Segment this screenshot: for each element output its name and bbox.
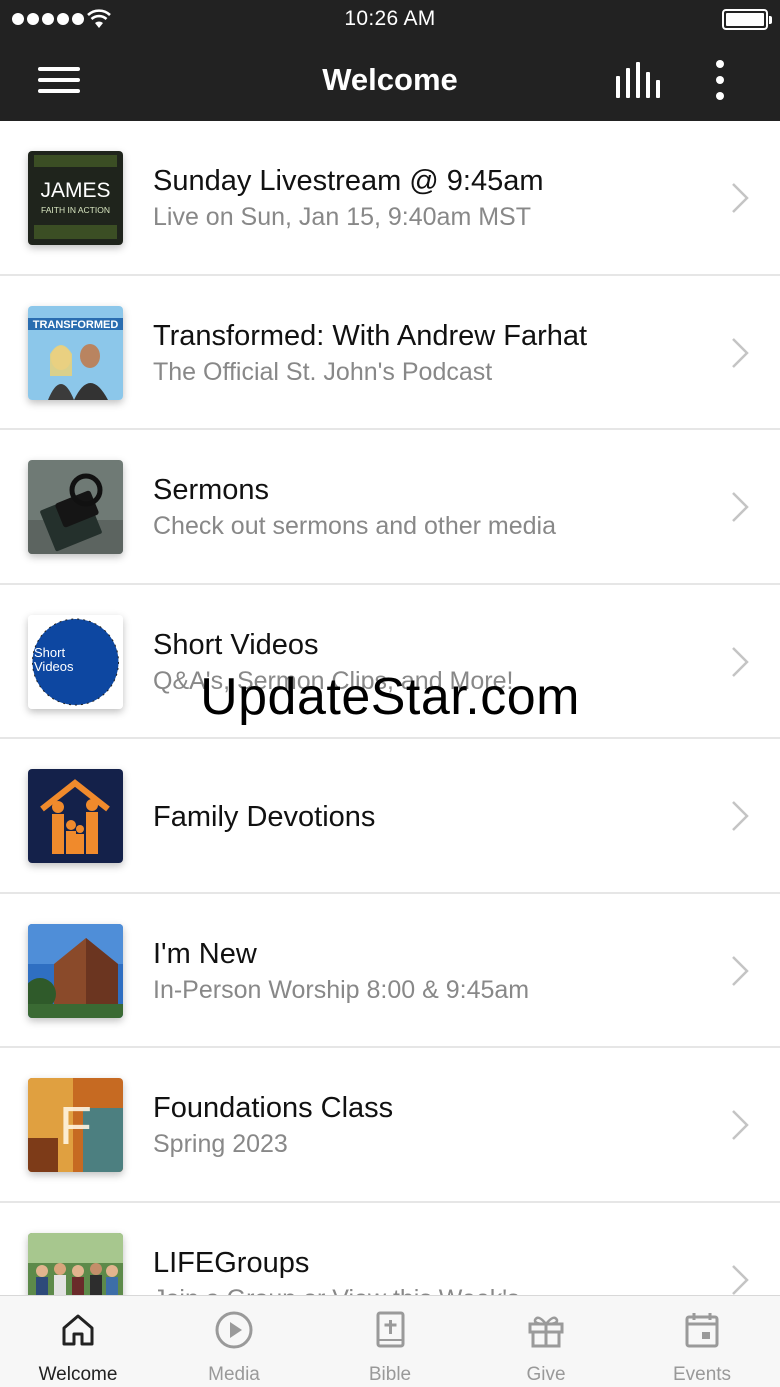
chevron-right-icon bbox=[732, 183, 749, 213]
chevron-right-icon bbox=[732, 337, 749, 368]
thumb-text: Short bbox=[34, 645, 65, 660]
item-subtitle: The Official St. John's Podcast bbox=[153, 357, 493, 386]
item-title: Short Videos bbox=[153, 628, 319, 661]
bible-icon bbox=[376, 1311, 405, 1348]
chevron-right-icon bbox=[732, 955, 749, 986]
calendar-icon bbox=[685, 1313, 719, 1348]
item-subtitle: Check out sermons and other media bbox=[153, 512, 556, 540]
chevron-right-icon bbox=[732, 492, 749, 522]
navigation-bar: Welcome bbox=[0, 40, 780, 121]
tab-label: Welcome bbox=[38, 1364, 118, 1385]
thumb-text: F bbox=[59, 1096, 92, 1156]
chevron-right-icon bbox=[732, 1264, 749, 1295]
play-circle-icon bbox=[215, 1311, 253, 1349]
item-subtitle: Q&A's, Sermon Clips, and More! bbox=[153, 666, 514, 695]
lifegroups-thumbnail bbox=[28, 1232, 123, 1295]
list-item-sermons[interactable]: Sermons Check out sermons and other medi… bbox=[0, 430, 780, 585]
item-title: Family Devotions bbox=[153, 801, 376, 833]
list-item-short-videos[interactable]: Short Videos Short Videos Q&A's, Sermon … bbox=[0, 585, 780, 739]
page-title: Welcome bbox=[322, 62, 458, 97]
item-title: LIFEGroups bbox=[153, 1246, 310, 1279]
tab-welcome[interactable]: Welcome bbox=[0, 1296, 156, 1387]
item-title: Sunday Livestream @ 9:45am bbox=[153, 165, 544, 197]
list-item-podcast[interactable]: TRANSFORMED Transformed: With Andrew Far… bbox=[0, 276, 780, 430]
tab-label: Media bbox=[208, 1364, 260, 1385]
menu-button[interactable] bbox=[38, 65, 80, 95]
home-icon bbox=[62, 1314, 94, 1346]
tab-bible[interactable]: Bible bbox=[312, 1296, 468, 1387]
item-title: Sermons bbox=[153, 474, 270, 506]
thumb-text: JAMES bbox=[40, 179, 110, 202]
tab-bar: Welcome Media Bible Give Events bbox=[0, 1295, 780, 1387]
battery-icon bbox=[722, 9, 772, 30]
status-time: 10:26 AM bbox=[344, 7, 436, 30]
item-subtitle: In-Person Worship 8:00 & 9:45am bbox=[153, 975, 530, 1004]
content-list: JAMES FAITH IN ACTION Sunday Livestream … bbox=[0, 121, 780, 1295]
tab-events[interactable]: Events bbox=[624, 1296, 780, 1387]
thumb-text: FAITH IN ACTION bbox=[41, 205, 110, 215]
tab-give[interactable]: Give bbox=[468, 1296, 624, 1387]
item-subtitle: Join a Group or View this Week's bbox=[153, 1285, 520, 1296]
item-subtitle: Spring 2023 bbox=[153, 1130, 288, 1158]
tab-label: Events bbox=[672, 1364, 732, 1385]
item-title: Transformed: With Andrew Farhat bbox=[153, 319, 588, 352]
chevron-right-icon bbox=[732, 1110, 749, 1140]
more-options-button[interactable] bbox=[710, 58, 730, 102]
list-item-im-new[interactable]: I'm New In-Person Worship 8:00 & 9:45am bbox=[0, 894, 780, 1048]
item-title: Foundations Class bbox=[153, 1092, 394, 1124]
livestream-thumbnail: JAMES FAITH IN ACTION bbox=[28, 151, 123, 245]
list-item-foundations-class[interactable]: F Foundations Class Spring 2023 bbox=[0, 1048, 780, 1203]
list-item-lifegroups[interactable]: LIFEGroups Join a Group or View this Wee… bbox=[0, 1203, 780, 1296]
gift-icon bbox=[528, 1316, 564, 1348]
podcast-thumbnail: TRANSFORMED bbox=[28, 305, 123, 400]
status-bar: 10:26 AM bbox=[0, 0, 780, 40]
item-title: I'm New bbox=[153, 937, 257, 970]
thumb-text: Videos bbox=[34, 659, 74, 674]
short-videos-thumbnail: Short Videos bbox=[28, 614, 123, 709]
audio-bars-icon[interactable] bbox=[614, 62, 660, 98]
tab-media[interactable]: Media bbox=[156, 1296, 312, 1387]
thumb-text: TRANSFORMED bbox=[33, 319, 119, 331]
foundations-thumbnail: F bbox=[28, 1078, 123, 1172]
family-devotions-thumbnail bbox=[28, 769, 123, 863]
chevron-right-icon bbox=[732, 801, 749, 831]
im-new-thumbnail bbox=[28, 923, 123, 1018]
sermons-thumbnail bbox=[28, 460, 123, 554]
item-subtitle: Live on Sun, Jan 15, 9:40am MST bbox=[153, 203, 531, 231]
chevron-right-icon bbox=[732, 646, 749, 677]
list-item-livestream[interactable]: JAMES FAITH IN ACTION Sunday Livestream … bbox=[0, 121, 780, 276]
top-bar: 10:26 AM Welcome bbox=[0, 0, 780, 121]
list-item-family-devotions[interactable]: Family Devotions bbox=[0, 739, 780, 894]
tab-label: Give bbox=[526, 1364, 566, 1385]
tab-label: Bible bbox=[368, 1364, 412, 1385]
